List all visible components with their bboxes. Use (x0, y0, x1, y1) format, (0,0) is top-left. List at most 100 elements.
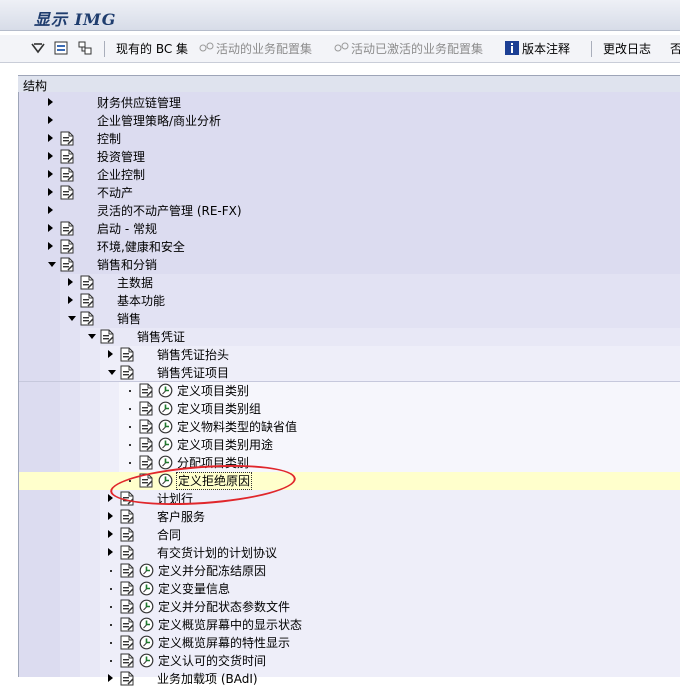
expand-open-icon[interactable] (68, 316, 76, 321)
documentation-icon[interactable] (120, 347, 134, 362)
tree-node[interactable]: 合同 (19, 526, 680, 544)
tree-node[interactable]: 定义项目类别组 (19, 400, 680, 418)
documentation-icon[interactable] (60, 131, 74, 146)
documentation-icon[interactable] (60, 185, 74, 200)
tree-node[interactable]: 定义概览屏幕的特性显示 (19, 634, 680, 652)
documentation-icon[interactable] (80, 311, 94, 326)
documentation-icon[interactable] (100, 329, 114, 344)
documentation-icon[interactable] (120, 671, 134, 686)
execute-activity-icon[interactable] (158, 437, 173, 452)
tree-node[interactable]: 财务供应链管理 (19, 94, 680, 112)
documentation-icon[interactable] (120, 599, 134, 614)
documentation-icon[interactable] (120, 563, 134, 578)
expand-closed-icon[interactable] (108, 548, 113, 556)
documentation-icon[interactable] (120, 617, 134, 632)
documentation-icon[interactable] (80, 293, 94, 308)
tree-node[interactable]: 销售凭证项目 (19, 364, 680, 382)
tree-node[interactable]: 定义并分配冻结原因 (19, 562, 680, 580)
tree-node[interactable]: 定义概览屏幕中的显示状态 (19, 616, 680, 634)
documentation-icon[interactable] (139, 437, 153, 452)
release-notes-button[interactable]: 版本注释 (522, 40, 570, 58)
documentation-icon[interactable] (120, 581, 134, 596)
tree-node[interactable]: 客户服务 (19, 508, 680, 526)
tree-node[interactable]: 启动 - 常规 (19, 220, 680, 238)
expand-closed-icon[interactable] (68, 278, 73, 286)
active-bc-sets-button[interactable]: 活动的业务配置集 (216, 40, 312, 58)
execute-activity-icon[interactable] (158, 455, 173, 470)
tree-node[interactable]: 不动产 (19, 184, 680, 202)
overflow-button[interactable]: 否 (670, 40, 680, 58)
documentation-icon[interactable] (139, 401, 153, 416)
tree-node[interactable]: 主数据 (19, 274, 680, 292)
tree-node[interactable]: 投资管理 (19, 148, 680, 166)
tree-node[interactable]: 销售凭证 (19, 328, 680, 346)
expand-open-icon[interactable] (48, 262, 56, 267)
documentation-icon[interactable] (60, 167, 74, 182)
expand-closed-icon[interactable] (48, 152, 53, 160)
expand-closed-icon[interactable] (108, 674, 113, 682)
expand-closed-icon[interactable] (108, 350, 113, 358)
execute-activity-icon[interactable] (139, 617, 154, 632)
documentation-icon[interactable] (139, 383, 153, 398)
tree-node[interactable]: 业务加载项 (BAdI) (19, 670, 680, 688)
execute-activity-icon[interactable] (139, 563, 154, 578)
tree-node[interactable]: 销售和分销 (19, 256, 680, 274)
execute-activity-icon[interactable] (158, 419, 173, 434)
documentation-icon[interactable] (60, 257, 74, 272)
tree-node[interactable]: 有交货计划的计划协议 (19, 544, 680, 562)
tree-node-label: 定义变量信息 (158, 582, 231, 596)
execute-activity-icon[interactable] (139, 599, 154, 614)
activated-bc-sets-button[interactable]: 活动已激活的业务配置集 (351, 40, 483, 58)
find-icon[interactable] (30, 40, 46, 56)
tree-node[interactable]: 基本功能 (19, 292, 680, 310)
tree-node[interactable]: 定义变量信息 (19, 580, 680, 598)
documentation-icon[interactable] (120, 653, 134, 668)
tree-node[interactable]: 定义并分配状态参数文件 (19, 598, 680, 616)
expand-closed-icon[interactable] (48, 116, 53, 124)
expand-closed-icon[interactable] (108, 530, 113, 538)
documentation-icon[interactable] (120, 509, 134, 524)
documentation-icon[interactable] (139, 455, 153, 470)
expand-closed-icon[interactable] (48, 188, 53, 196)
documentation-icon[interactable] (80, 275, 94, 290)
tree-node[interactable]: 定义项目类别 (19, 382, 680, 400)
expand-closed-icon[interactable] (48, 170, 53, 178)
documentation-icon[interactable] (60, 149, 74, 164)
tree-node[interactable]: 环境,健康和安全 (19, 238, 680, 256)
tree-node[interactable]: 企业管理策略/商业分析 (19, 112, 680, 130)
tree-node[interactable]: 销售 (19, 310, 680, 328)
tree-node[interactable]: 分配项目类别 (19, 454, 680, 472)
tree-node[interactable]: 灵活的不动产管理 (RE-FX) (19, 202, 680, 220)
expand-closed-icon[interactable] (48, 98, 53, 106)
documentation-icon[interactable] (120, 365, 134, 380)
expand-closed-icon[interactable] (108, 512, 113, 520)
execute-activity-icon[interactable] (158, 401, 173, 416)
tree-node[interactable]: 定义物料类型的缺省值 (19, 418, 680, 436)
documentation-icon[interactable] (120, 527, 134, 542)
hierarchy-icon[interactable] (77, 40, 93, 56)
tree-node[interactable]: 定义项目类别用途 (19, 436, 680, 454)
execute-activity-icon[interactable] (139, 635, 154, 650)
documentation-icon[interactable] (139, 419, 153, 434)
tree-node[interactable]: 控制 (19, 130, 680, 148)
change-log-button[interactable]: 更改日志 (603, 40, 651, 58)
documentation-icon[interactable] (120, 545, 134, 560)
execute-activity-icon[interactable] (139, 653, 154, 668)
tree-node[interactable]: 企业控制 (19, 166, 680, 184)
documentation-icon[interactable] (60, 221, 74, 236)
tree-node[interactable]: 销售凭证抬头 (19, 346, 680, 364)
tree-node[interactable]: 定义认可的交货时间 (19, 652, 680, 670)
document-icon[interactable] (53, 40, 69, 56)
expand-closed-icon[interactable] (48, 206, 53, 214)
documentation-icon[interactable] (60, 239, 74, 254)
expand-open-icon[interactable] (108, 370, 116, 375)
existing-bc-sets-button[interactable]: 现有的 BC 集 (116, 40, 188, 58)
expand-open-icon[interactable] (88, 334, 96, 339)
execute-activity-icon[interactable] (139, 581, 154, 596)
expand-closed-icon[interactable] (48, 242, 53, 250)
execute-activity-icon[interactable] (158, 383, 173, 398)
expand-closed-icon[interactable] (68, 296, 73, 304)
documentation-icon[interactable] (120, 635, 134, 650)
expand-closed-icon[interactable] (48, 224, 53, 232)
expand-closed-icon[interactable] (48, 134, 53, 142)
